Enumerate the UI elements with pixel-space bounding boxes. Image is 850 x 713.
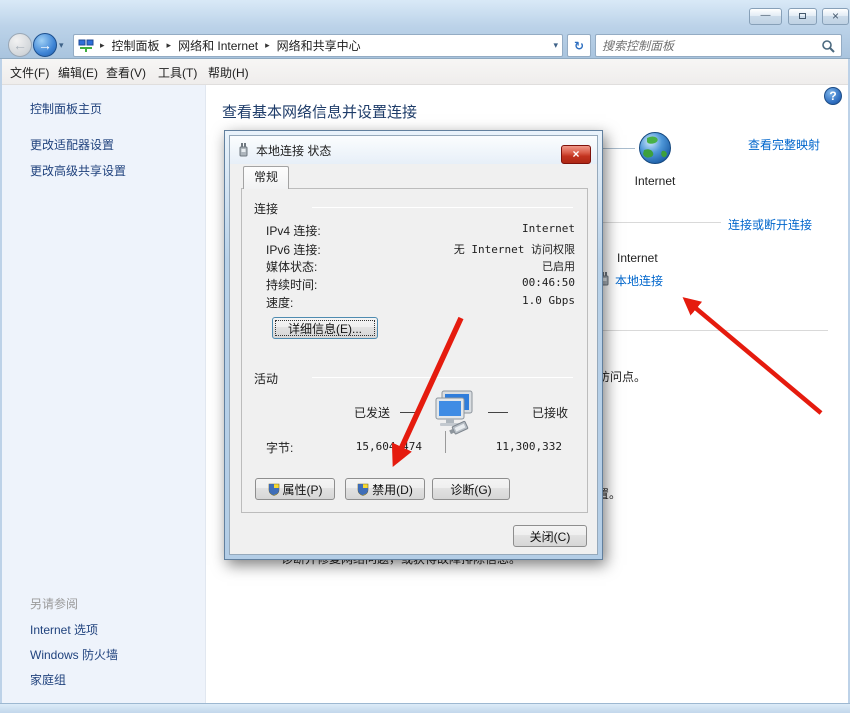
- row-label: 持续时间:: [266, 276, 317, 293]
- row-value: 1.0 Gbps: [522, 294, 575, 307]
- breadcrumb-item-network-internet[interactable]: 网络和 Internet: [177, 37, 259, 54]
- maximize-button[interactable]: [788, 8, 817, 25]
- group-line: [312, 377, 573, 378]
- row-value: 00:46:50: [522, 276, 575, 289]
- nav-history-dropdown[interactable]: ▾: [59, 40, 64, 51]
- crumb-separator-icon: ▸: [259, 40, 276, 51]
- activity-group-label: 活动: [254, 370, 278, 387]
- breadcrumb[interactable]: ▸ 控制面板 ▸ 网络和 Internet ▸ 网络和共享中心 ▾: [73, 34, 563, 57]
- row-label: IPv4 连接:: [266, 222, 321, 239]
- menu-view[interactable]: 查看(V): [106, 64, 146, 81]
- close-dialog-button[interactable]: 关闭(C): [513, 525, 587, 547]
- dialog-close-button[interactable]: ×: [561, 145, 591, 164]
- see-also-header: 另请参阅: [30, 595, 78, 612]
- tab-general[interactable]: 常规: [243, 166, 289, 189]
- sidebar-item-change-adapter-settings[interactable]: 更改适配器设置: [30, 136, 114, 153]
- close-window-button[interactable]: ×: [822, 8, 849, 25]
- window-left-border: [0, 59, 2, 703]
- breadcrumb-item-control-panel[interactable]: 控制面板: [111, 37, 161, 54]
- menu-tools[interactable]: 工具(T): [158, 64, 197, 81]
- refresh-button[interactable]: ↻: [567, 34, 591, 57]
- globe-label: Internet: [627, 174, 683, 188]
- crumb-separator-icon: ▸: [161, 40, 178, 51]
- address-dropdown-icon[interactable]: ▾: [553, 40, 558, 51]
- local-connection-status-dialog: 本地连接 状态 × 常规 连接 IPv4 连接: Internet IPv6 连…: [224, 130, 603, 560]
- dialog-body: 本地连接 状态 × 常规 连接 IPv4 连接: Internet IPv6 连…: [229, 135, 598, 555]
- bytes-separator: [445, 431, 446, 453]
- row-speed: 速度: 1.0 Gbps: [266, 294, 575, 310]
- disable-button[interactable]: 禁用(D): [345, 478, 425, 500]
- section-divider: [601, 330, 828, 331]
- search-input[interactable]: 搜索控制面板: [595, 34, 842, 57]
- local-connection-link[interactable]: 本地连接: [615, 272, 663, 289]
- sidebar-item-windows-firewall[interactable]: Windows 防火墙: [30, 646, 118, 663]
- sidebar-item-internet-options[interactable]: Internet 选项: [30, 621, 98, 638]
- computer-activity-icon: [428, 389, 476, 441]
- diagnose-button-label: 诊断(G): [450, 481, 491, 498]
- row-label: 速度:: [266, 294, 293, 311]
- row-label: IPv6 连接:: [266, 241, 321, 258]
- uac-shield-icon: [268, 483, 280, 496]
- breadcrumb-item-network-sharing-center[interactable]: 网络和共享中心: [276, 37, 362, 54]
- sidebar-item-control-panel-home[interactable]: 控制面板主页: [30, 100, 102, 117]
- row-value: Internet: [522, 222, 575, 235]
- page-title: 查看基本网络信息并设置连接: [222, 101, 417, 122]
- received-dash: [488, 412, 508, 413]
- row-value: 已启用: [542, 258, 575, 274]
- window-bottom-border: [0, 703, 850, 713]
- row-ipv4: IPv4 连接: Internet: [266, 222, 575, 238]
- active-network-name: Internet: [617, 251, 658, 265]
- explorer-window: — × ← → ▾ ▸ 控制面板 ▸ 网络和 Internet ▸ 网络和共享中…: [0, 0, 850, 713]
- received-label: 已接收: [532, 404, 568, 421]
- disable-button-label: 禁用(D): [372, 481, 413, 498]
- maximize-icon: [799, 13, 806, 19]
- row-media-state: 媒体状态: 已启用: [266, 258, 575, 274]
- dialog-titlebar[interactable]: 本地连接 状态: [230, 136, 597, 164]
- group-line: [312, 207, 573, 208]
- sidebar-item-homegroup[interactable]: 家庭组: [30, 671, 66, 688]
- uac-shield-icon: [357, 483, 369, 496]
- row-ipv6: IPv6 连接: 无 Internet 访问权限: [266, 241, 575, 257]
- row-value: 无 Internet 访问权限: [454, 241, 575, 257]
- network-location-icon: [78, 38, 94, 54]
- arrow-to-local-connection: [686, 300, 821, 413]
- bytes-label: 字节:: [266, 439, 293, 456]
- minimize-button[interactable]: —: [749, 8, 782, 25]
- connect-disconnect-link[interactable]: 连接或断开连接: [700, 216, 812, 233]
- bytes-sent-value: 15,604,474: [326, 440, 422, 453]
- help-icon[interactable]: ?: [824, 87, 842, 105]
- properties-button[interactable]: 属性(P): [255, 478, 335, 500]
- menu-file[interactable]: 文件(F): [10, 64, 49, 81]
- properties-button-label: 属性(P): [283, 481, 323, 498]
- menu-edit[interactable]: 编辑(E): [58, 64, 98, 81]
- row-label: 媒体状态:: [266, 258, 317, 275]
- internet-globe-icon: [637, 131, 673, 166]
- sent-dash: [400, 412, 420, 413]
- sent-label: 已发送: [354, 404, 390, 421]
- crumb-separator-icon: ▸: [94, 40, 111, 51]
- details-button[interactable]: 详细信息(E)...: [272, 317, 378, 339]
- back-button[interactable]: ←: [8, 33, 32, 57]
- diagnose-button[interactable]: 诊断(G): [432, 478, 510, 500]
- row-duration: 持续时间: 00:46:50: [266, 276, 575, 292]
- forward-button[interactable]: →: [33, 33, 57, 57]
- map-connector-line: [601, 148, 635, 149]
- sidebar-item-change-advanced-sharing[interactable]: 更改高级共享设置: [30, 162, 126, 179]
- search-placeholder: 搜索控制面板: [602, 37, 674, 54]
- view-full-map-link[interactable]: 查看完整映射: [710, 136, 820, 153]
- dialog-title: 本地连接 状态: [256, 142, 331, 159]
- search-icon[interactable]: [821, 39, 835, 53]
- menu-bar: 文件(F) 编辑(E) 查看(V) 工具(T) 帮助(H): [0, 59, 850, 85]
- bytes-received-value: 11,300,332: [482, 440, 562, 453]
- connection-group-label: 连接: [254, 200, 278, 217]
- tab-page-general: 连接 IPv4 连接: Internet IPv6 连接: 无 Internet…: [241, 188, 588, 513]
- ethernet-adapter-icon: [238, 142, 249, 158]
- menu-help[interactable]: 帮助(H): [208, 64, 249, 81]
